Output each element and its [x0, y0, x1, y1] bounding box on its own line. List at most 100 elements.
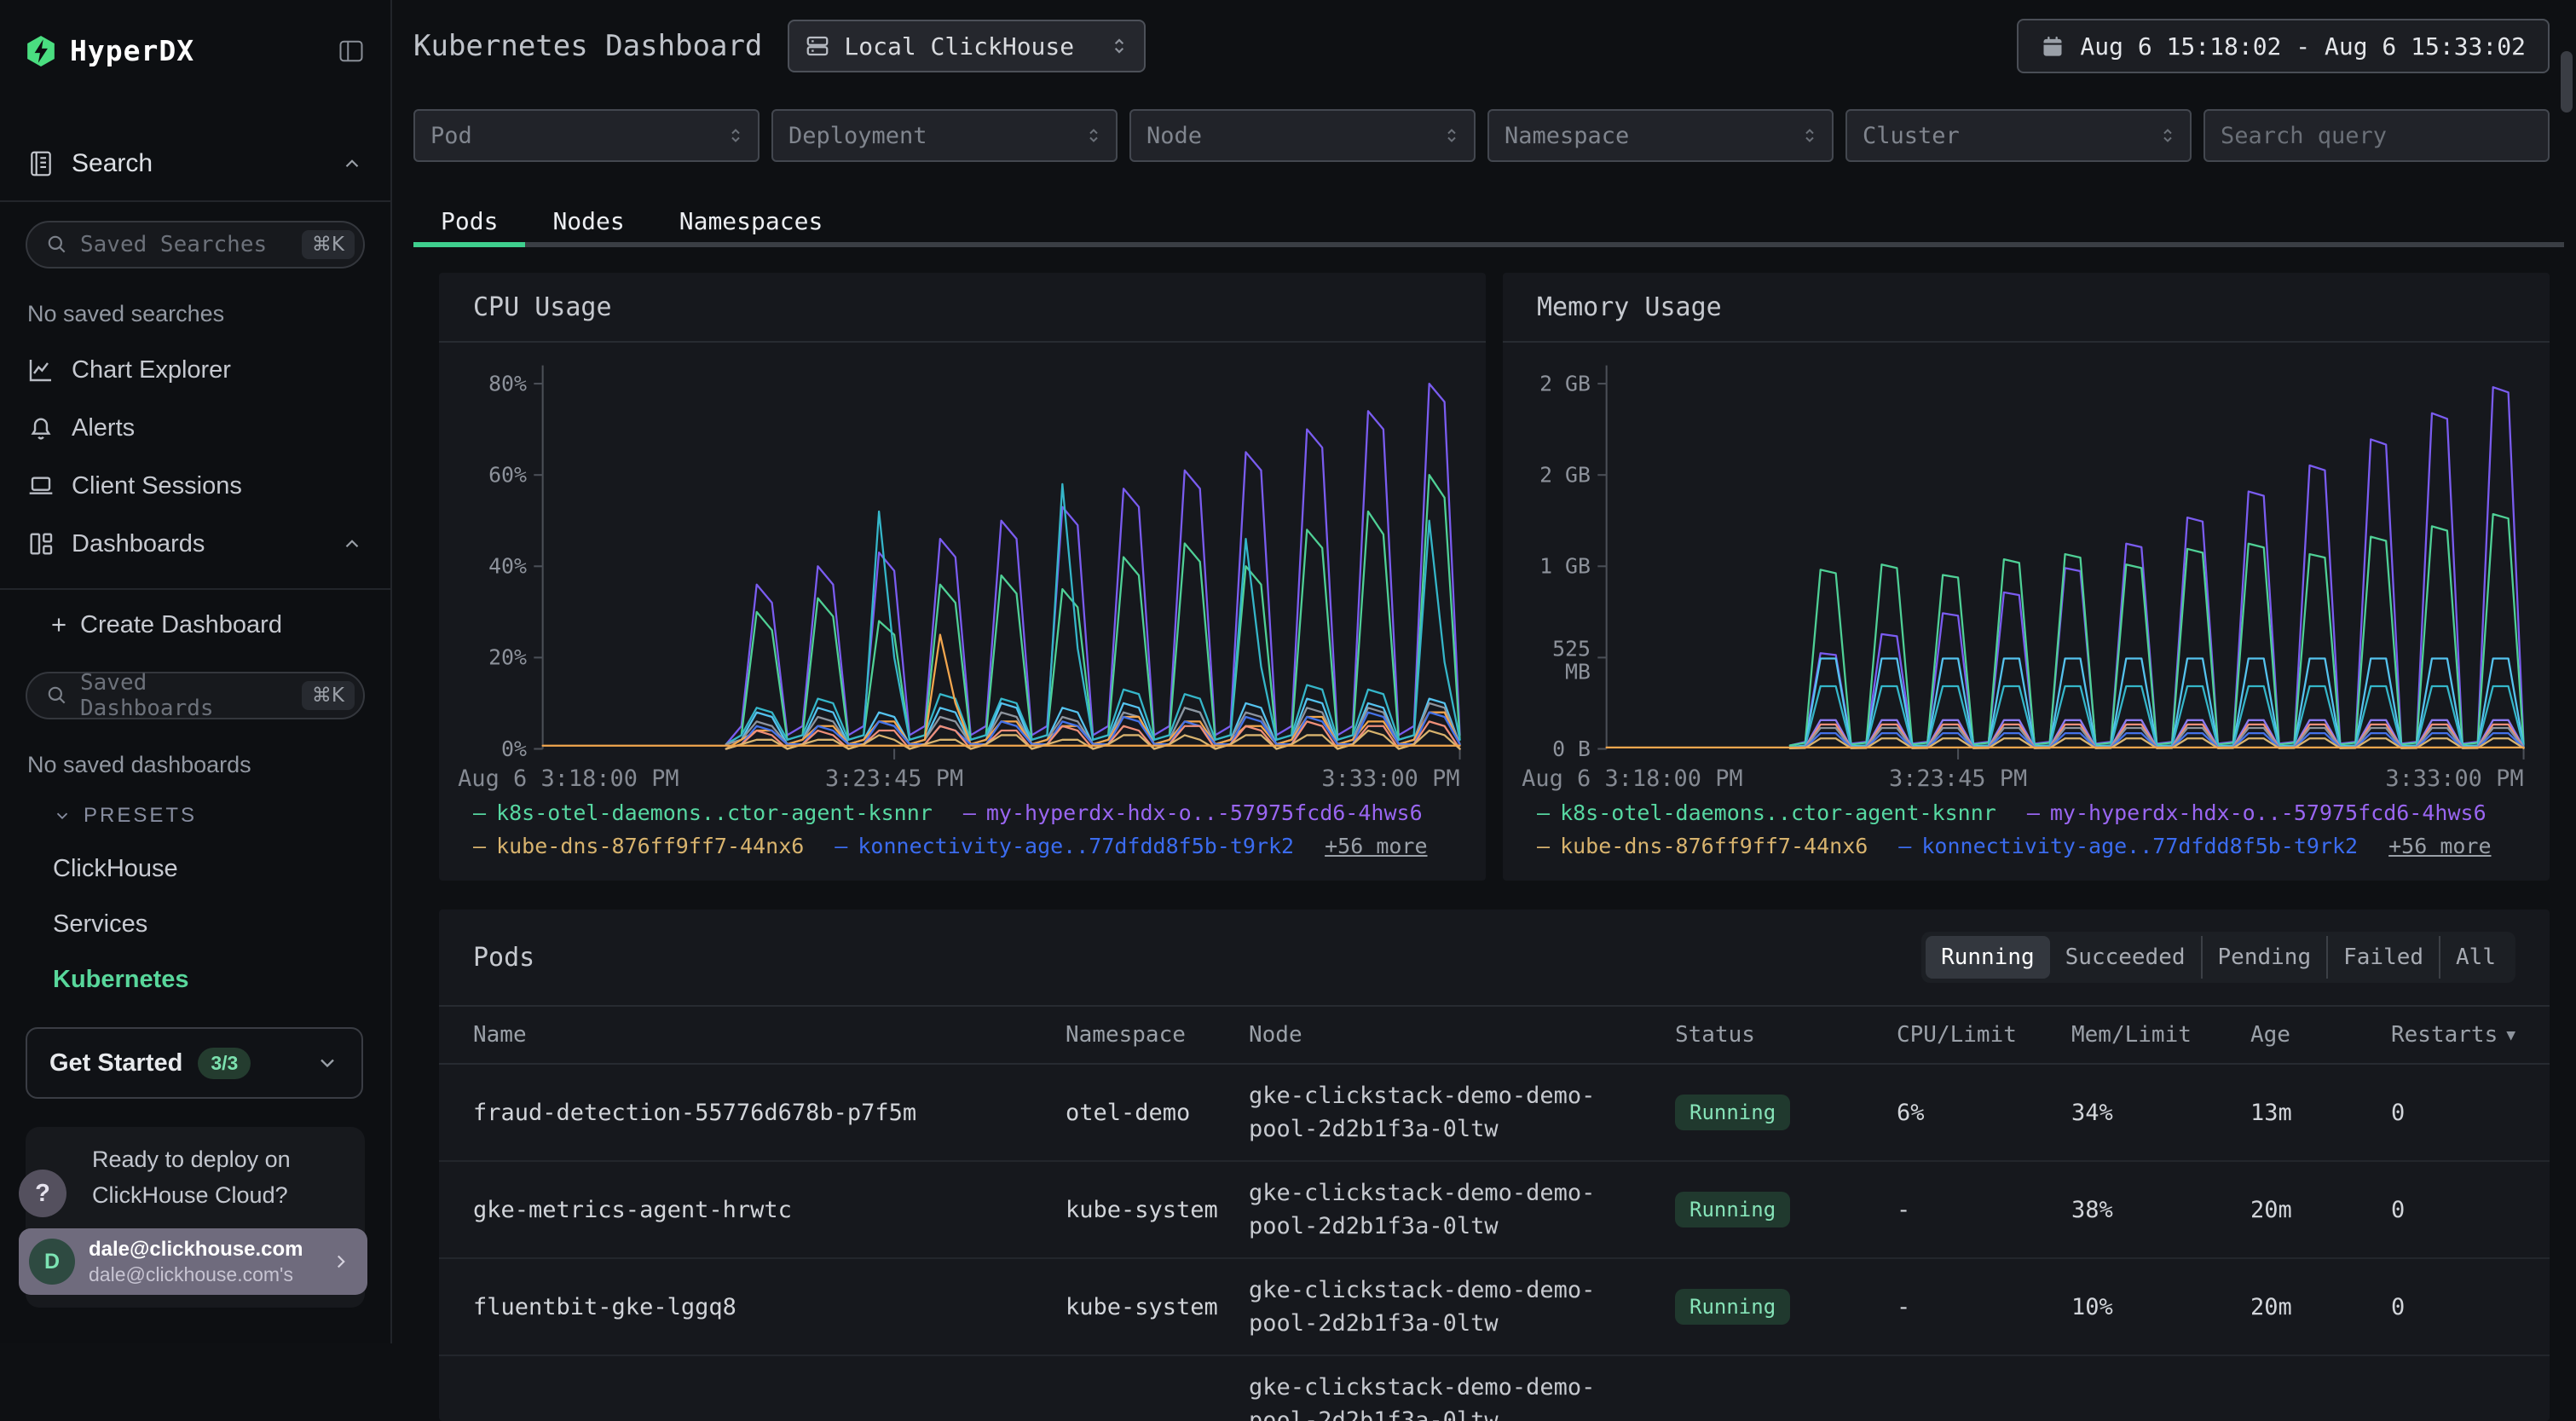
search-query-input[interactable]: Search query — [2203, 109, 2550, 162]
sidebar-item-client-sessions[interactable]: Client Sessions — [0, 457, 390, 515]
cell-node: gke-clickstack-demo-demo-pool-2d2b1f3a-0… — [1249, 1079, 1617, 1146]
cluster-filter-select[interactable]: Cluster — [1845, 109, 2192, 162]
legend-more-link[interactable]: +56 more — [1325, 834, 1427, 858]
svg-text:Aug 6 3:18:00 PM: Aug 6 3:18:00 PM — [1522, 765, 1742, 792]
sidebar-item-dashboards[interactable]: Dashboards — [0, 515, 390, 573]
get-started-button[interactable]: Get Started 3/3 — [26, 1027, 363, 1099]
sort-desc-icon: ▼ — [2506, 1026, 2515, 1044]
saved-searches-placeholder: Saved Searches — [80, 232, 290, 257]
column-header-name[interactable]: Name — [473, 1022, 1066, 1048]
preset-services[interactable]: Services — [0, 910, 390, 939]
cell-cpu: - — [1897, 1197, 2071, 1223]
status-badge: Running — [1675, 1095, 1790, 1130]
time-range-value: Aug 6 15:18:02 - Aug 6 15:33:02 — [2080, 32, 2526, 61]
status-badge: Running — [1675, 1192, 1790, 1227]
legend-item[interactable]: —konnectivity-age..77dfdd8f5b-t9rk2 — [1898, 834, 2358, 858]
table-row[interactable]: fluentbit-gke-lggq8kube-systemgke-clicks… — [439, 1259, 2550, 1356]
table-row[interactable]: fraud-detection-55776d678b-p7f5motel-dem… — [439, 1065, 2550, 1162]
charts-row: CPU Usage 0%20%40%60%80%Aug 6 3:18:00 PM… — [392, 273, 2576, 881]
cell-node: gke-clickstack-demo-demo-pool-2d2b1f3a-0… — [1249, 1176, 1617, 1243]
saved-searches-input[interactable]: Saved Searches ⌘K — [26, 221, 365, 269]
column-header-mem[interactable]: Mem/Limit — [2071, 1022, 2250, 1048]
legend-dash-icon: — — [963, 800, 976, 825]
svg-text:3:23:45 PM: 3:23:45 PM — [825, 765, 963, 792]
memory-usage-chart[interactable]: 0 B525MB1 GB2 GB2 GBAug 6 3:18:00 PM3:23… — [1503, 343, 2550, 795]
sidebar-collapse-icon[interactable] — [338, 38, 365, 64]
cell-namespace: otel-demo — [1066, 1100, 1249, 1126]
tab-nodes[interactable]: Nodes — [525, 199, 651, 242]
node-filter-select[interactable]: Node — [1129, 109, 1476, 162]
preset-clickhouse[interactable]: ClickHouse — [0, 855, 390, 883]
page-header: Kubernetes Dashboard Local ClickHouse Au… — [392, 0, 2576, 73]
status-filter-succeeded[interactable]: Succeeded — [2050, 936, 2201, 979]
view-tabs: Pods Nodes Namespaces — [392, 199, 2576, 242]
cell-namespace: kube-system — [1066, 1294, 1249, 1320]
database-icon — [805, 33, 830, 59]
sidebar-section-search[interactable]: Search — [0, 142, 390, 185]
scrollbar[interactable] — [2561, 51, 2573, 113]
memory-chart-legend: —k8s-otel-daemons..ctor-agent-ksnnr —my-h… — [1503, 795, 2550, 881]
table-header-row: Name Namespace Node Status CPU/Limit Mem… — [439, 1005, 2550, 1065]
svg-text:40%: 40% — [488, 554, 527, 579]
avatar: D — [29, 1239, 75, 1285]
hyperdx-logo-icon — [26, 35, 56, 67]
legend-item[interactable]: —k8s-otel-daemons..ctor-agent-ksnnr — [473, 800, 933, 825]
preset-kubernetes[interactable]: Kubernetes — [0, 966, 390, 994]
status-filter-running[interactable]: Running — [1926, 936, 2050, 979]
help-button[interactable]: ? — [19, 1170, 66, 1217]
legend-item[interactable]: —k8s-otel-daemons..ctor-agent-ksnnr — [1537, 800, 1996, 825]
column-header-node[interactable]: Node — [1249, 1022, 1675, 1048]
cell-age: 20m — [2250, 1197, 2391, 1223]
sidebar-item-chart-explorer[interactable]: Chart Explorer — [0, 341, 390, 399]
saved-dashboards-input[interactable]: Saved Dashboards ⌘K — [26, 672, 365, 719]
legend-item[interactable]: —my-hyperdx-hdx-o..-57975fcd6-4hws6 — [2027, 800, 2486, 825]
cpu-chart-legend: —k8s-otel-daemons..ctor-agent-ksnnr —my-h… — [439, 795, 1486, 881]
legend-more-link[interactable]: +56 more — [2388, 834, 2491, 858]
legend-dash-icon: — — [1537, 800, 1550, 825]
presets-toggle[interactable]: PRESETS — [0, 804, 390, 828]
get-started-progress-badge: 3/3 — [198, 1048, 251, 1079]
select-chevrons-icon — [1108, 35, 1130, 57]
status-filter-failed[interactable]: Failed — [2326, 936, 2439, 979]
pod-filter-select[interactable]: Pod — [413, 109, 760, 162]
legend-item[interactable]: —kube-dns-876ff9ff7-44nx6 — [1537, 834, 1868, 858]
pods-table-panel: Pods RunningSucceededPendingFailedAll Na… — [439, 910, 2550, 1421]
cpu-usage-panel: CPU Usage 0%20%40%60%80%Aug 6 3:18:00 PM… — [439, 273, 1486, 881]
tab-namespaces[interactable]: Namespaces — [652, 199, 851, 242]
cell-mem: 10% — [2071, 1294, 2250, 1320]
search-icon — [46, 234, 68, 256]
tab-pods[interactable]: Pods — [413, 199, 525, 242]
shortcut-badge: ⌘K — [302, 681, 355, 710]
cell-restarts: 0 — [2391, 1197, 2515, 1223]
column-header-restarts[interactable]: Restarts▼ — [2391, 1022, 2515, 1048]
legend-item[interactable]: —my-hyperdx-hdx-o..-57975fcd6-4hws6 — [963, 800, 1423, 825]
cpu-chart-title: CPU Usage — [473, 292, 612, 322]
status-filter-all[interactable]: All — [2439, 936, 2511, 979]
cell-node: gke-clickstack-demo-demo-pool-2d2b1f3a-0… — [1249, 1274, 1617, 1340]
svg-text:525MB: 525MB — [1552, 636, 1591, 684]
create-dashboard-button[interactable]: Create Dashboard — [0, 597, 390, 653]
datasource-select[interactable]: Local ClickHouse — [788, 20, 1146, 72]
svg-text:3:33:00 PM: 3:33:00 PM — [2385, 765, 2523, 792]
table-row[interactable]: gke-metrics-agent-hrwtckube-systemgke-cl… — [439, 1162, 2550, 1259]
legend-item[interactable]: —kube-dns-876ff9ff7-44nx6 — [473, 834, 804, 858]
svg-text:0 B: 0 B — [1552, 736, 1591, 761]
column-header-cpu[interactable]: CPU/Limit — [1897, 1022, 2071, 1048]
column-header-namespace[interactable]: Namespace — [1066, 1022, 1249, 1048]
column-header-age[interactable]: Age — [2250, 1022, 2391, 1048]
sidebar-item-alerts[interactable]: Alerts — [0, 399, 390, 457]
time-range-picker[interactable]: Aug 6 15:18:02 - Aug 6 15:33:02 — [2017, 19, 2550, 73]
table-row[interactable]: gke-clickstack-demo-demo-pool-2d2b1f3a-0… — [439, 1356, 2550, 1421]
column-header-status[interactable]: Status — [1675, 1022, 1897, 1048]
shortcut-badge: ⌘K — [302, 230, 355, 259]
calendar-icon — [2041, 34, 2065, 58]
status-filter-pending[interactable]: Pending — [2201, 936, 2327, 979]
cell-name: fraud-detection-55776d678b-p7f5m — [473, 1100, 1066, 1126]
legend-item[interactable]: —konnectivity-age..77dfdd8f5b-t9rk2 — [835, 834, 1294, 858]
chevron-up-icon — [341, 153, 363, 175]
deployment-filter-select[interactable]: Deployment — [771, 109, 1118, 162]
user-menu[interactable]: D dale@clickhouse.com dale@clickhouse.co… — [19, 1228, 367, 1295]
namespace-filter-select[interactable]: Namespace — [1487, 109, 1834, 162]
cpu-usage-chart[interactable]: 0%20%40%60%80%Aug 6 3:18:00 PM3:23:45 PM… — [439, 343, 1486, 795]
status-filter-group: RunningSucceededPendingFailedAll — [1921, 932, 2515, 983]
